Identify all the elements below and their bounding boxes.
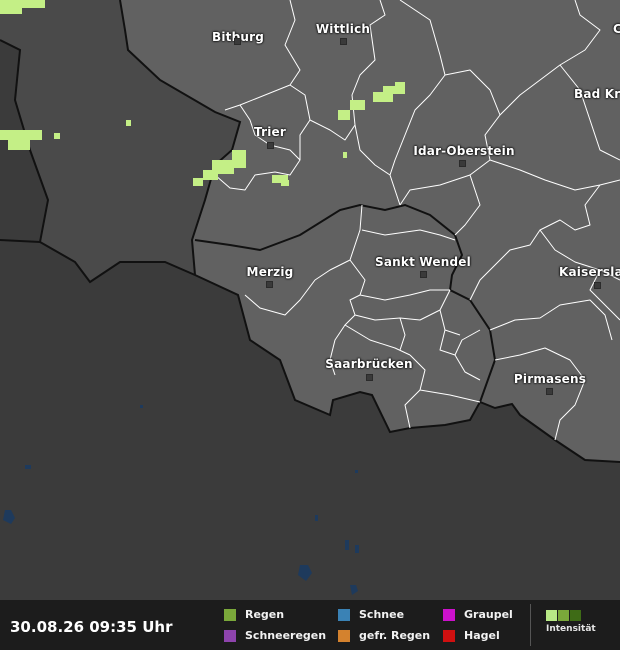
city-label: Wittlich — [315, 22, 371, 36]
freezing-rain-swatch — [338, 629, 350, 642]
city-marker — [267, 142, 274, 149]
intensity-level-1 — [546, 610, 557, 621]
city-label: Merzig — [246, 265, 294, 279]
intensity-bars — [546, 610, 596, 621]
city-marker — [420, 271, 427, 278]
radar-map[interactable]: Bitburg Wittlich Bad Kr Trier Idar-Oberstein… — [0, 0, 620, 600]
legend-divider — [530, 604, 531, 646]
graupel-swatch — [443, 608, 455, 621]
legend-item-rain: Regen — [224, 608, 284, 621]
city-label: Idar-Oberstein — [413, 144, 515, 158]
city-marker — [266, 281, 273, 288]
legend-label: Regen — [245, 608, 285, 621]
city-marker — [459, 160, 466, 167]
city-label: Pirmasens — [513, 372, 587, 386]
radar-timestamp: 30.08.26 09:35 Uhr — [10, 618, 173, 636]
legend-item-freezing-rain: gefr. Regen — [338, 629, 430, 642]
map-canvas — [0, 0, 620, 600]
sleet-swatch — [224, 629, 236, 642]
legend-bar: 30.08.26 09:35 Uhr Regen Schneeregen Sch… — [0, 600, 620, 650]
city-marker — [594, 282, 601, 289]
city-marker — [340, 38, 347, 45]
snow-swatch — [338, 608, 350, 621]
city-label: Bad Kr — [574, 87, 620, 101]
intensity-level-2 — [558, 610, 569, 621]
city-label: C — [613, 22, 620, 36]
legend-item-graupel: Graupel — [443, 608, 513, 621]
legend-label: gefr. Regen — [359, 629, 431, 642]
rain-swatch — [224, 608, 236, 621]
city-label: Sankt Wendel — [375, 255, 471, 269]
city-marker — [234, 38, 241, 45]
intensity-level-3 — [570, 610, 581, 621]
legend-item-snow: Schnee — [338, 608, 404, 621]
city-label: Kaiserslau — [559, 265, 620, 279]
intensity-label: Intensität — [546, 624, 596, 634]
legend-label: Graupel — [464, 608, 513, 621]
hail-swatch — [443, 629, 455, 642]
city-marker — [546, 388, 553, 395]
legend-item-hail: Hagel — [443, 629, 500, 642]
city-marker — [366, 374, 373, 381]
city-label: Saarbrücken — [325, 357, 413, 371]
intensity-scale: Intensität — [546, 610, 596, 634]
legend-item-sleet: Schneeregen — [224, 629, 326, 642]
city-label: Trier — [254, 125, 286, 139]
legend-label: Schneeregen — [245, 629, 327, 642]
legend-label: Schnee — [359, 608, 405, 621]
legend-label: Hagel — [464, 629, 500, 642]
